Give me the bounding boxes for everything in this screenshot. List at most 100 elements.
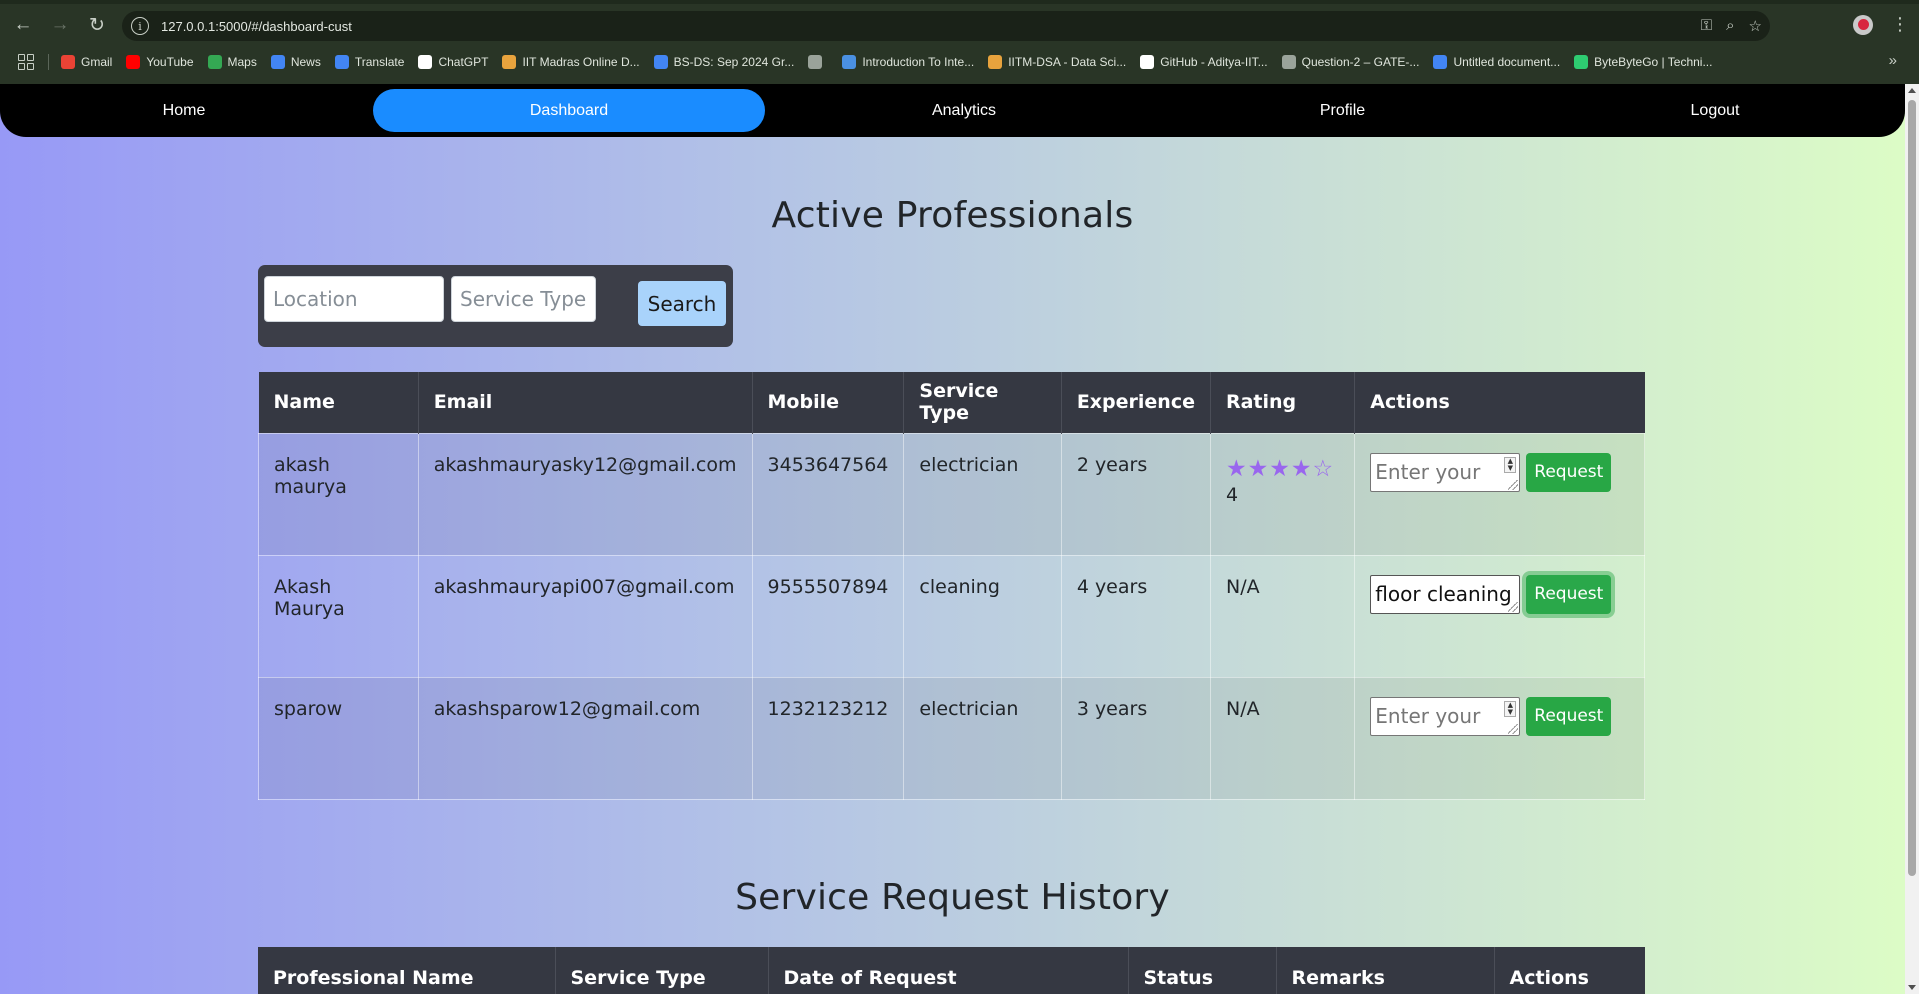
cell-rating: ★★★★☆ 4: [1209, 432, 1356, 556]
request-button[interactable]: Request: [1526, 452, 1612, 492]
scroll-up-icon[interactable]: [1908, 88, 1916, 93]
table-row: akash maurya akashmauryasky12@gmail.com …: [258, 432, 1645, 556]
bookmark-item[interactable]: News: [270, 55, 321, 69]
cell-experience: 4 years: [1060, 554, 1211, 678]
professionals-table: Name Email Mobile Service Type Experienc…: [258, 372, 1645, 800]
bookmark-star-icon[interactable]: ☆: [1749, 17, 1762, 35]
nav-home[interactable]: Home: [0, 89, 368, 132]
resize-grip-icon[interactable]: [1508, 479, 1519, 490]
bookmark-label: YouTube: [146, 55, 194, 69]
location-input[interactable]: [264, 276, 444, 322]
rating-value: N/A: [1225, 697, 1260, 720]
bookmark-label: GitHub - Aditya-IIT...: [1160, 55, 1268, 69]
bookmark-item[interactable]: IITM-DSA - Data Sci...: [988, 55, 1126, 69]
rating-value: 4: [1225, 483, 1239, 506]
col-service-type: Service Type: [555, 947, 769, 994]
toolbar: ← → ↻ i 127.0.0.1:5000/#/dashboard-cust …: [0, 6, 1919, 44]
reload-icon[interactable]: ↻: [80, 8, 114, 42]
bookmark-favicon-icon: [808, 55, 823, 69]
request-button[interactable]: Request: [1526, 574, 1612, 614]
bookmark-item[interactable]: ChatGPT: [418, 55, 488, 69]
page-scrollbar[interactable]: [1905, 84, 1919, 994]
bookmark-label: BS-DS: Sep 2024 Gr...: [673, 55, 795, 69]
request-button[interactable]: Request: [1526, 696, 1612, 736]
bookmark-label: Question-2 – GATE-...: [1301, 55, 1420, 69]
bookmark-item[interactable]: Introduction To Inte...: [842, 55, 974, 69]
cell-rating: N/A: [1209, 554, 1356, 678]
bookmark-item[interactable]: IIT Madras Online D...: [502, 55, 640, 69]
key-icon[interactable]: ⚿: [1701, 17, 1712, 35]
bookmark-favicon-icon: [1140, 55, 1155, 69]
remarks-placeholder: Enter your: [1375, 460, 1481, 484]
col-mobile: Mobile: [752, 372, 905, 433]
remarks-input[interactable]: floor cleaning: [1370, 574, 1521, 614]
col-remarks: Remarks: [1276, 947, 1495, 994]
cell-mobile: 9555507894: [751, 554, 905, 678]
spinner-icon[interactable]: ▲ ▼: [1504, 700, 1517, 717]
site-info-icon[interactable]: i: [131, 17, 149, 35]
bookmark-item[interactable]: Gmail: [61, 55, 112, 69]
url-text[interactable]: 127.0.0.1:5000/#/dashboard-cust: [161, 19, 352, 34]
col-professional-name: Professional Name: [258, 947, 556, 994]
cell-service-type: electrician: [903, 432, 1062, 556]
col-status: Status: [1128, 947, 1277, 994]
tab-strip: [0, 0, 1919, 4]
bookmark-item[interactable]: Untitled document...: [1433, 55, 1560, 69]
nav-logout[interactable]: Logout: [1530, 89, 1900, 132]
bookmark-item[interactable]: BS-DS: Sep 2024 Gr...: [653, 55, 795, 69]
remarks-value: floor cleaning: [1375, 582, 1512, 606]
bookmark-label: Untitled document...: [1453, 55, 1561, 69]
bookmarks-separator: [48, 54, 49, 70]
nav-analytics[interactable]: Analytics: [770, 89, 1158, 132]
apps-icon[interactable]: [18, 54, 34, 70]
scroll-down-icon[interactable]: [1908, 985, 1916, 990]
bookmark-label: Gmail: [81, 55, 113, 69]
menu-icon[interactable]: ⋮: [1891, 14, 1909, 35]
col-actions: Actions: [1354, 372, 1645, 433]
forward-icon[interactable]: →: [43, 8, 77, 42]
nav-dashboard[interactable]: Dashboard: [373, 89, 765, 132]
resize-grip-icon[interactable]: [1508, 601, 1519, 612]
cell-actions: Enter your ▲ ▼ Request: [1354, 432, 1645, 556]
back-icon[interactable]: ←: [6, 8, 40, 42]
bookmark-label: IITM-DSA - Data Sci...: [1008, 55, 1127, 69]
bookmark-favicon-icon: [842, 55, 857, 69]
zoom-icon[interactable]: ⌕: [1726, 17, 1734, 35]
service-type-input[interactable]: [451, 276, 596, 322]
cell-email: akashmauryasky12@gmail.com: [417, 432, 753, 556]
profile-avatar[interactable]: [1853, 14, 1873, 35]
resize-grip-icon[interactable]: [1508, 723, 1519, 734]
bookmark-favicon-icon: [334, 55, 349, 69]
bookmark-item[interactable]: YouTube: [126, 55, 194, 69]
search-button[interactable]: Search: [638, 281, 726, 326]
bookmark-favicon-icon: [418, 55, 433, 69]
spinner-icon[interactable]: ▲ ▼: [1504, 456, 1517, 473]
cell-mobile: 3453647564: [751, 432, 905, 556]
cell-service-type: electrician: [903, 676, 1062, 800]
bookmark-item[interactable]: Translate: [334, 55, 404, 69]
bookmark-item[interactable]: Maps: [207, 55, 257, 69]
more-bookmarks-icon[interactable]: »: [1889, 52, 1897, 69]
bookmark-favicon-icon: [126, 55, 141, 69]
scrollbar-thumb[interactable]: [1908, 100, 1916, 876]
bookmark-label: ChatGPT: [438, 55, 489, 69]
cell-name: akash maurya: [258, 432, 419, 556]
cell-email: akashmauryapi007@gmail.com: [417, 554, 753, 678]
cell-experience: 3 years: [1060, 676, 1211, 800]
col-rating: Rating: [1210, 372, 1356, 433]
cell-rating: N/A: [1209, 676, 1356, 800]
bookmark-item[interactable]: [808, 55, 828, 69]
professionals-header-row: Name Email Mobile Service Type Experienc…: [258, 372, 1645, 433]
cell-actions: Enter your ▲ ▼ Request: [1354, 676, 1645, 800]
bookmark-item[interactable]: GitHub - Aditya-IIT...: [1140, 55, 1268, 69]
remarks-input[interactable]: Enter your ▲ ▼: [1370, 696, 1521, 736]
bookmark-favicon-icon: [988, 55, 1003, 69]
remarks-input[interactable]: Enter your ▲ ▼: [1370, 452, 1521, 492]
cell-name: Akash Maurya: [258, 554, 419, 678]
bookmark-item[interactable]: Question-2 – GATE-...: [1281, 55, 1420, 69]
col-service-type: Service Type: [903, 372, 1062, 433]
bookmark-item[interactable]: ByteByteGo | Techni...: [1574, 55, 1712, 69]
nav-profile[interactable]: Profile: [1150, 89, 1535, 132]
address-bar[interactable]: i 127.0.0.1:5000/#/dashboard-cust ⚿ ⌕ ☆: [122, 11, 1770, 41]
top-nav: Home Dashboard Analytics Profile Logout: [0, 84, 1905, 137]
